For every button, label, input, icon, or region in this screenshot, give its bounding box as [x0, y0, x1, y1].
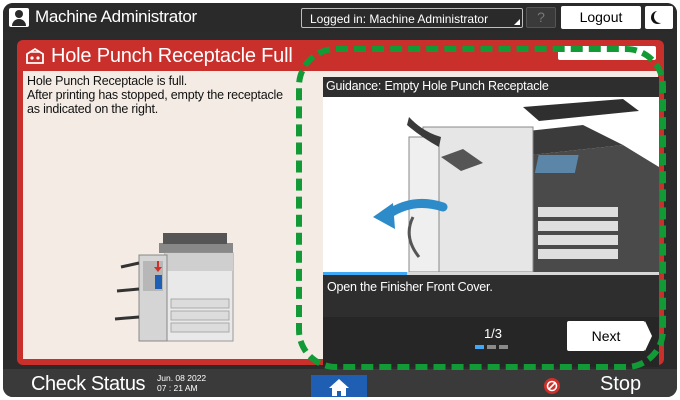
finisher-illustration	[373, 99, 659, 272]
page-dot	[487, 345, 496, 349]
stop-icon[interactable]	[544, 378, 560, 394]
alert-message: Hole Punch Receptacle is full. After pri…	[27, 74, 283, 116]
user-icon	[9, 8, 29, 27]
bottom-bar: Check Status Jun. 08 2022 07 : 21 AM Sto…	[3, 369, 677, 397]
date-time: Jun. 08 2022 07 : 21 AM	[157, 373, 206, 393]
device-screen: Machine Administrator Logged in: Machine…	[3, 3, 677, 397]
login-status[interactable]: Logged in: Machine Administrator	[301, 8, 523, 28]
guidance-progress-fill	[323, 272, 407, 275]
check-status-button[interactable]: Check Status	[31, 373, 146, 396]
help-button[interactable]: ?	[526, 7, 556, 28]
guidance-step-text: Open the Finisher Front Cover.	[327, 280, 493, 294]
alert-title: Hole Punch Receptacle Full	[51, 45, 293, 67]
page-dot	[499, 345, 508, 349]
guidance-title: Guidance: Empty Hole Punch Receptacle	[326, 79, 549, 93]
login-status-text: Logged in: Machine Administrator	[310, 12, 489, 26]
page-dot	[475, 345, 484, 349]
panel-tab	[558, 46, 656, 60]
message-line: Hole Punch Receptacle is full.	[27, 74, 188, 88]
date-text: Jun. 08 2022	[157, 373, 207, 383]
home-icon	[329, 379, 349, 396]
moon-icon	[654, 10, 667, 23]
guidance-image	[323, 97, 659, 272]
next-button[interactable]: Next	[567, 321, 652, 351]
page-dots	[475, 345, 511, 349]
guidance-progress	[323, 272, 659, 275]
corner-icon	[514, 19, 520, 25]
stop-button[interactable]: Stop	[600, 373, 641, 396]
guidance-footer: 1/3 Next	[323, 317, 659, 367]
page-indicator: 1/3	[483, 326, 503, 341]
logout-button[interactable]: Logout	[561, 6, 641, 29]
machine-illustration	[114, 233, 234, 342]
message-line: After printing has stopped, empty the re…	[27, 88, 283, 102]
display-mode-button[interactable]	[645, 6, 673, 29]
top-bar: Machine Administrator Logged in: Machine…	[3, 3, 677, 32]
user-name: Machine Administrator	[35, 7, 197, 26]
time-text: 07 : 21 AM	[157, 383, 198, 393]
message-line: as indicated on the right.	[27, 102, 159, 116]
home-button[interactable]	[311, 375, 367, 397]
hole-punch-alert-icon	[26, 47, 44, 64]
guidance-card: Guidance: Empty Hole Punch Receptacle Op…	[323, 77, 659, 367]
